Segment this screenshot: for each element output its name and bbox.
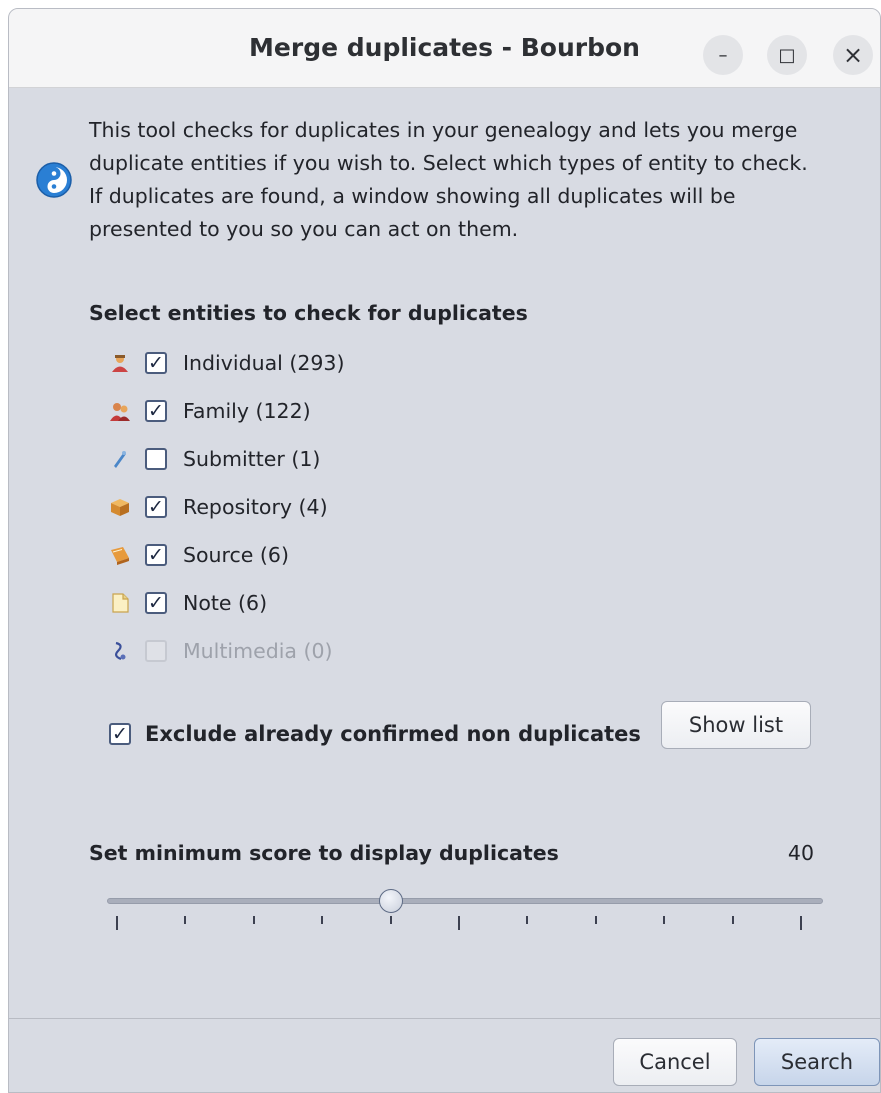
search-button[interactable]: Search (754, 1038, 880, 1086)
repository-label: Repository (4) (183, 495, 328, 519)
multimedia-icon (109, 640, 131, 662)
family-checkbox[interactable]: ✓ (145, 400, 167, 422)
entities-section-title: Select entities to check for duplicates (89, 301, 528, 325)
close-button[interactable]: × (833, 35, 873, 75)
intro-line: duplicate entities if you wish to. Selec… (89, 151, 808, 175)
entity-row-source: ✓ Source (6) (109, 537, 289, 573)
slider-tick (389, 916, 392, 924)
family-icon (109, 400, 131, 422)
minimum-score-slider-thumb[interactable] (378, 889, 403, 913)
slider-tick (663, 916, 666, 924)
slider-tick (594, 916, 597, 924)
exclude-non-duplicates-row: ✓ Exclude already confirmed non duplicat… (109, 714, 641, 754)
note-label: Note (6) (183, 591, 268, 615)
dialog-footer (9, 1019, 880, 1092)
info-icon (36, 162, 72, 198)
slider-tick (321, 916, 324, 924)
submitter-checkbox[interactable] (145, 448, 167, 470)
slider-tick (526, 916, 529, 924)
entity-row-repository: ✓ Repository (4) (109, 489, 328, 525)
family-label: Family (122) (183, 399, 311, 423)
submitter-icon (109, 448, 131, 470)
individual-icon (109, 352, 131, 374)
entity-row-individual: ✓ Individual (293) (109, 345, 344, 381)
cancel-button[interactable]: Cancel (613, 1038, 737, 1086)
entity-row-multimedia: Multimedia (0) (109, 633, 333, 669)
minimum-score-label: Set minimum score to display duplicates (89, 841, 559, 865)
multimedia-label: Multimedia (0) (183, 639, 333, 663)
repository-icon (109, 496, 131, 518)
slider-tick (116, 916, 118, 930)
individual-checkbox[interactable]: ✓ (145, 352, 167, 374)
exclude-non-duplicates-checkbox[interactable]: ✓ (109, 723, 131, 745)
source-checkbox[interactable]: ✓ (145, 544, 167, 566)
intro-line: presented to you so you can act on them. (89, 217, 519, 241)
merge-duplicates-dialog: Merge duplicates - Bourbon – □ × This to… (8, 8, 881, 1093)
source-label: Source (6) (183, 543, 289, 567)
intro-text: This tool checks for duplicates in your … (89, 114, 879, 246)
multimedia-checkbox (145, 640, 167, 662)
individual-label: Individual (293) (183, 351, 345, 375)
maximize-icon: □ (778, 44, 796, 66)
slider-tick (252, 916, 255, 924)
slider-tick (458, 916, 460, 930)
intro-line: If duplicates are found, a window showin… (89, 184, 736, 208)
title-bar: Merge duplicates - Bourbon – □ × (9, 9, 880, 88)
entity-row-note: ✓ Note (6) (109, 585, 267, 621)
minimize-icon: – (718, 44, 728, 66)
entity-row-submitter: Submitter (1) (109, 441, 320, 477)
note-icon (109, 592, 131, 614)
submitter-label: Submitter (1) (183, 447, 321, 471)
note-checkbox[interactable]: ✓ (145, 592, 167, 614)
minimum-score-slider-track[interactable] (107, 898, 823, 904)
close-icon: × (842, 41, 864, 69)
repository-checkbox[interactable]: ✓ (145, 496, 167, 518)
window-title: Merge duplicates - Bourbon (249, 33, 640, 62)
intro-line: This tool checks for duplicates in your … (89, 118, 798, 142)
source-icon (109, 544, 131, 566)
maximize-button[interactable]: □ (767, 35, 807, 75)
slider-tick (731, 916, 734, 924)
minimum-score-value: 40 (787, 841, 814, 865)
minimize-button[interactable]: – (703, 35, 743, 75)
show-list-button[interactable]: Show list (661, 701, 811, 749)
slider-tick (184, 916, 187, 924)
exclude-non-duplicates-label: Exclude already confirmed non duplicates (145, 722, 641, 746)
entity-row-family: ✓ Family (122) (109, 393, 311, 429)
slider-tick (800, 916, 802, 930)
